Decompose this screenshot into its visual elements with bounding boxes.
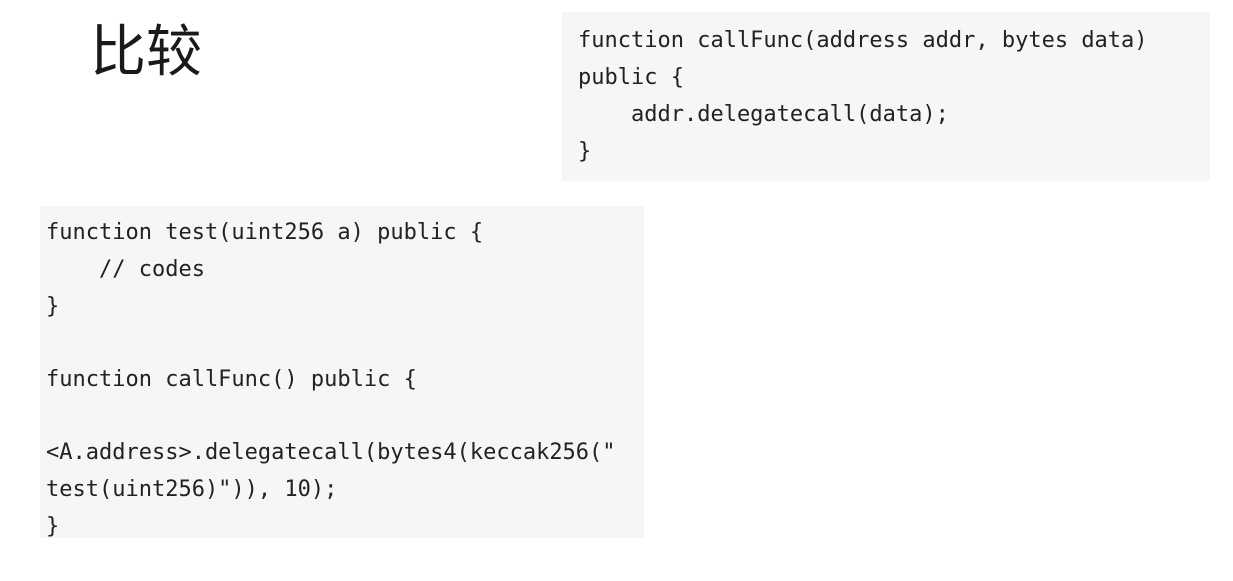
code-line: // codes [46,257,205,282]
code-line: } [46,294,60,319]
code-line: test(uint256)")), 10); [46,477,338,502]
code-line: } [46,514,60,538]
code-block-delegatecall-selector: function test(uint256 a) public { // cod… [40,206,644,538]
slide-title: 比较 [90,20,202,85]
code-line: <A.address>.delegatecall(bytes4(keccak25… [46,440,616,465]
code-block-delegatecall-data: function callFunc(address addr, bytes da… [562,12,1210,181]
code-line: function test(uint256 a) public { [46,220,484,245]
code-line: public { [578,65,684,90]
code-line: function callFunc(address addr, bytes da… [578,28,1148,53]
code-line: function callFunc() public { [46,367,417,392]
code-line: addr.delegatecall(data); [578,102,949,127]
code-line: } [578,139,592,164]
